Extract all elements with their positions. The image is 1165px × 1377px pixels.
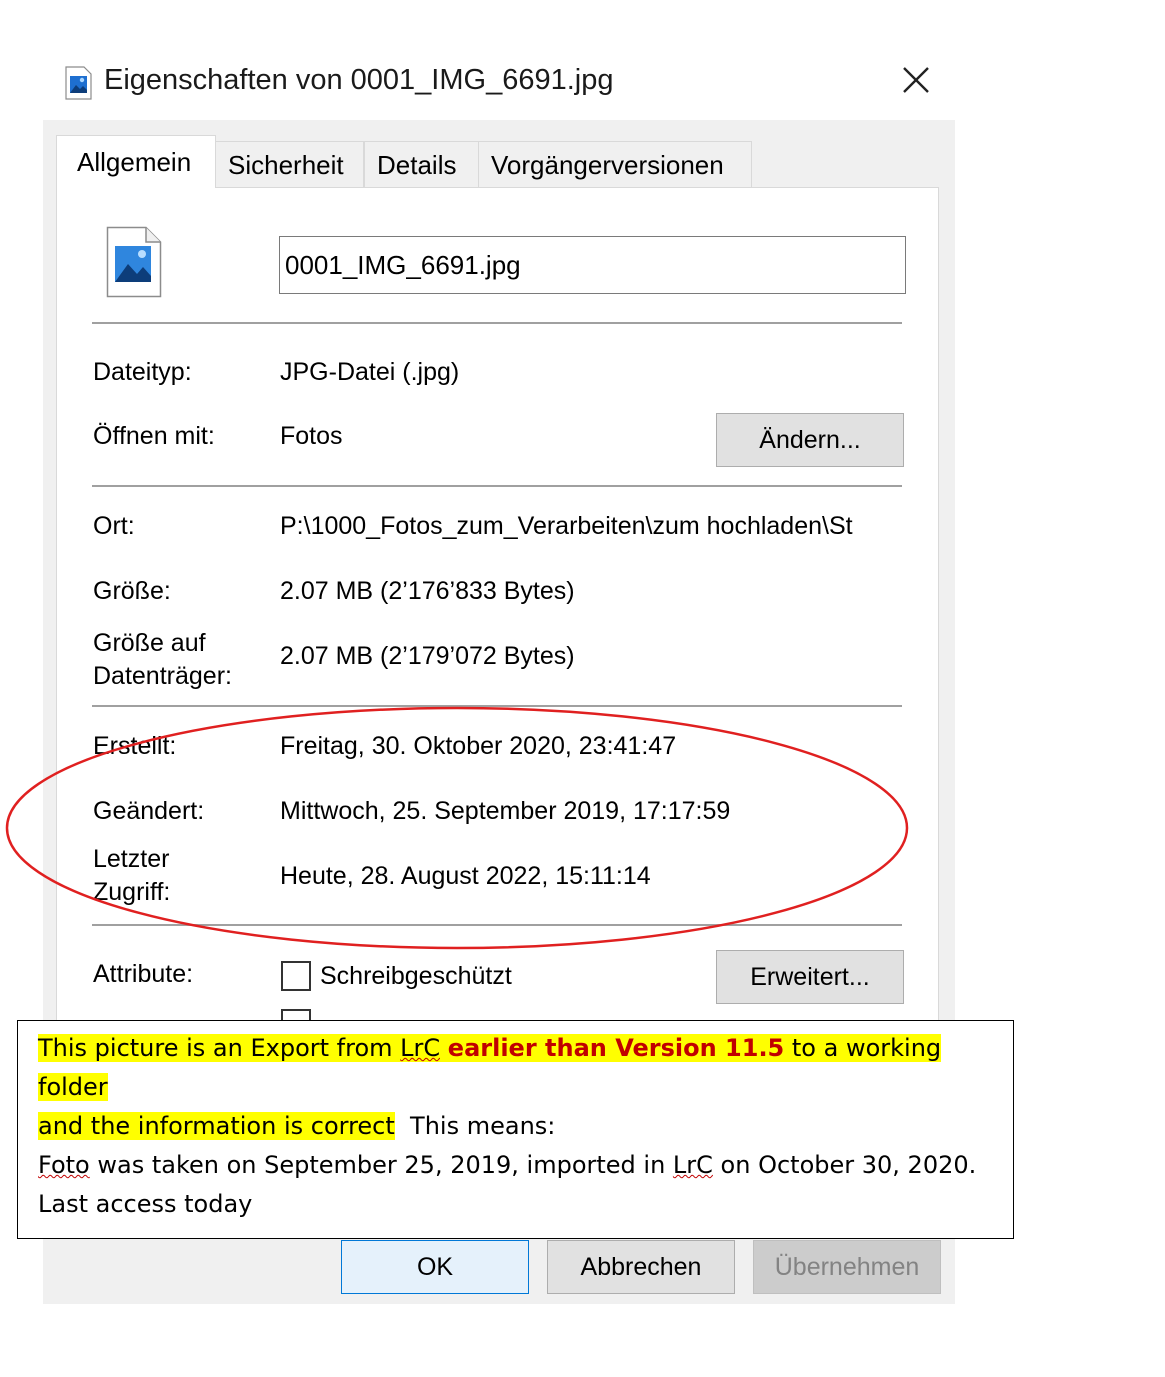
annotation-line3-b: on October 30, 2020. [712, 1151, 977, 1179]
annotation-line-1: This picture is an Export from LrC earli… [38, 1029, 993, 1107]
oeffnen-mit-label: Öffnen mit: [93, 422, 215, 450]
annotation-box: This picture is an Export from LrC earli… [17, 1020, 1014, 1239]
close-icon[interactable] [894, 58, 938, 102]
annotation-text-part5: This means: [394, 1112, 556, 1140]
letzter-zugriff-label-line2: Zugriff: [93, 878, 171, 906]
annotation-line-3: Foto was taken on September 25, 2019, im… [38, 1146, 993, 1185]
ort-label: Ort: [93, 512, 135, 540]
divider [92, 322, 902, 324]
dateityp-label: Dateityp: [93, 358, 192, 386]
annotation-lrc-2: LrC [672, 1151, 713, 1179]
erstellt-label: Erstellt: [93, 732, 177, 760]
annotation-line3-a: was taken on September 25, 2019, importe… [89, 1151, 673, 1179]
ort-value: P:\1000_Fotos_zum_Verarbeiten\zum hochla… [280, 512, 853, 540]
letzter-zugriff-label-line1: Letzter [93, 845, 170, 873]
annotation-version-emphasis: earlier than Version 11.5 [447, 1034, 785, 1062]
groesse-disk-value: 2.07 MB (2’179’072 Bytes) [280, 642, 575, 670]
annotation-line-4: Last access today [38, 1190, 253, 1218]
readonly-label: Schreibgeschützt [320, 962, 512, 990]
tab-allgemein[interactable]: Allgemein [56, 135, 216, 188]
tab-sicherheit[interactable]: Sicherheit [215, 141, 364, 187]
annotation-text-part4: and the information is correct [38, 1112, 395, 1140]
groesse-value: 2.07 MB (2’176’833 Bytes) [280, 577, 575, 605]
tab-panel-allgemein [56, 187, 939, 1037]
geaendert-label: Geändert: [93, 797, 205, 825]
tab-vorgaengerversionen[interactable]: Vorgängerversionen [478, 141, 752, 187]
letzter-zugriff-value: Heute, 28. August 2022, 15:11:14 [280, 862, 651, 890]
divider [92, 485, 902, 487]
divider [92, 924, 902, 926]
annotation-text-part1: This picture is an Export from [38, 1034, 401, 1062]
dateityp-value: JPG-Datei (.jpg) [280, 358, 460, 386]
annotation-line-2: and the information is correct This mean… [38, 1107, 993, 1146]
groesse-label: Größe: [93, 577, 171, 605]
apply-button[interactable]: Übernehmen [753, 1240, 941, 1294]
image-file-icon [65, 66, 92, 100]
annotation-lrc-1: LrC [400, 1034, 441, 1062]
attribute-label: Attribute: [93, 960, 194, 988]
cancel-button[interactable]: Abbrechen [547, 1240, 735, 1294]
oeffnen-mit-value: Fotos [280, 422, 343, 450]
window-title: Eigenschaften von 0001_IMG_6691.jpg [104, 64, 614, 96]
erstellt-value: Freitag, 30. Oktober 2020, 23:41:47 [280, 732, 677, 760]
geaendert-value: Mittwoch, 25. September 2019, 17:17:59 [280, 797, 731, 825]
image-file-icon [106, 226, 162, 298]
readonly-checkbox[interactable] [281, 961, 311, 991]
erweitert-button[interactable]: Erweitert... [716, 950, 904, 1004]
ok-button[interactable]: OK [341, 1240, 529, 1294]
aendern-button[interactable]: Ändern... [716, 413, 904, 467]
tab-details[interactable]: Details [364, 141, 479, 187]
groesse-disk-label-line1: Größe auf [93, 629, 206, 657]
groesse-disk-label-line2: Datenträger: [93, 662, 232, 690]
divider [92, 705, 902, 707]
annotation-foto: Foto [38, 1151, 90, 1179]
filename-field[interactable] [279, 236, 906, 294]
